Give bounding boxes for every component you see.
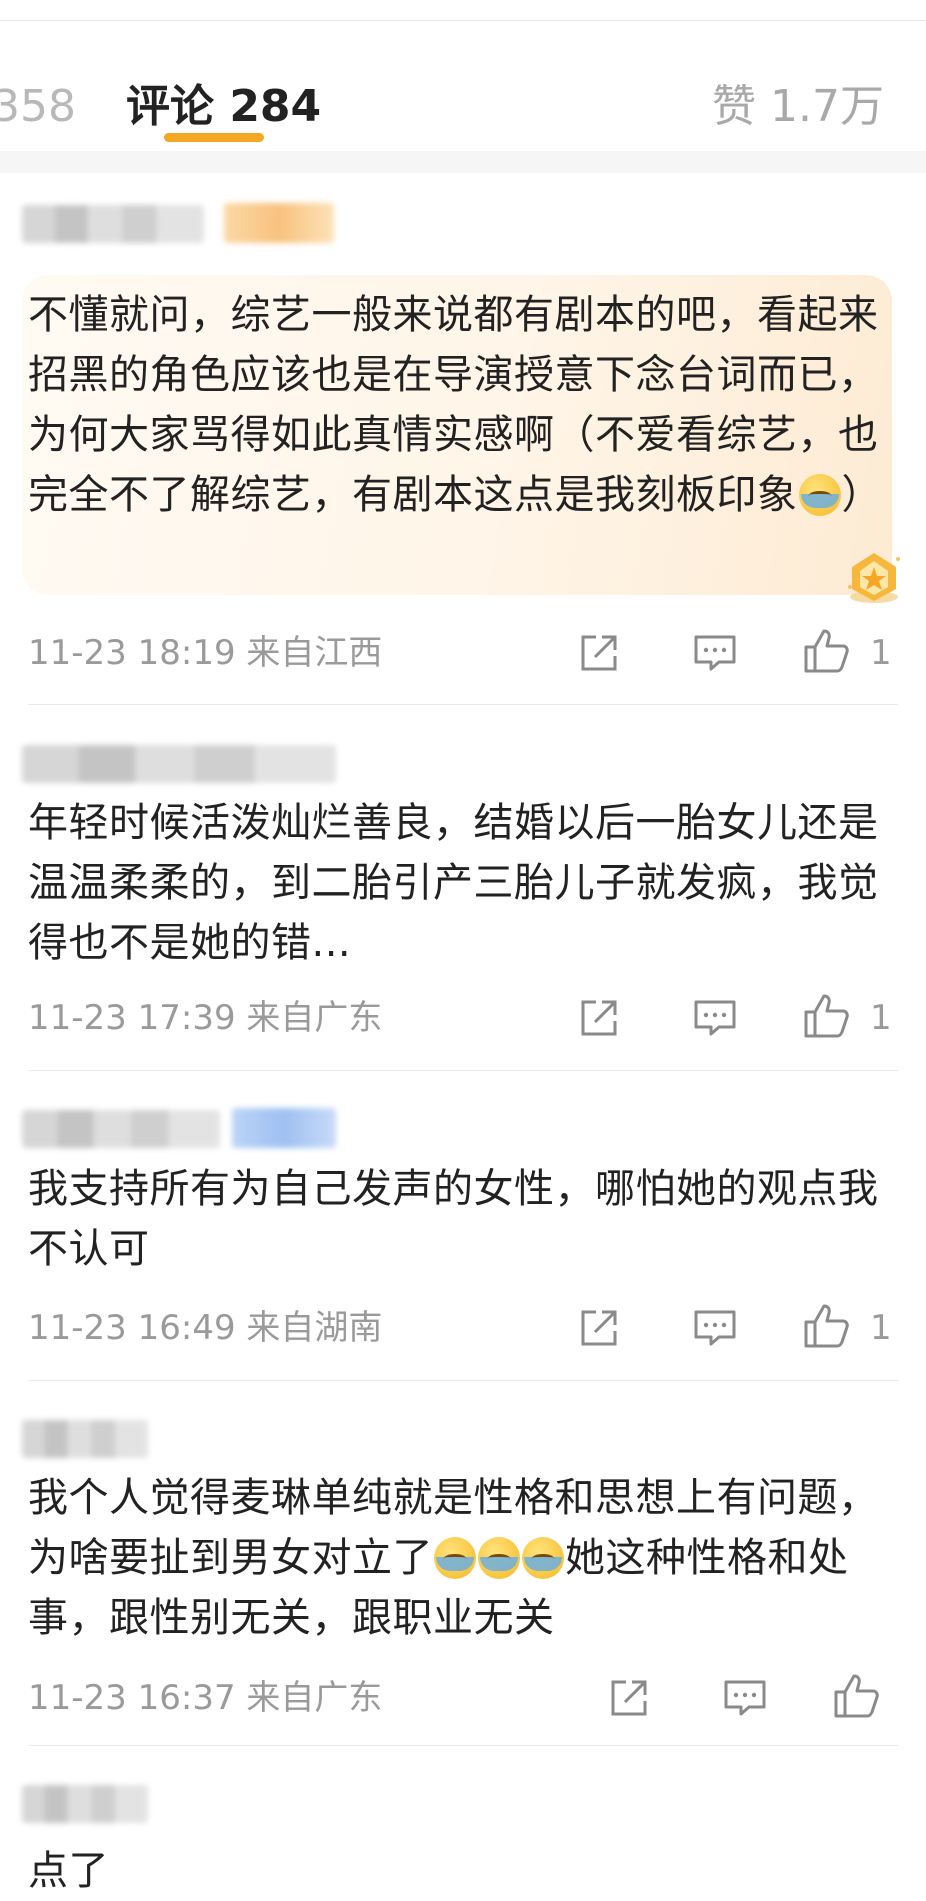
avatar-username-blurred[interactable] <box>22 1785 148 1823</box>
comment-icon <box>694 635 736 671</box>
avatar-username-blurred[interactable] <box>22 1420 148 1458</box>
thumbs-up-icon <box>834 1674 879 1718</box>
share-button[interactable] <box>574 628 624 678</box>
share-button[interactable] <box>574 993 624 1043</box>
comment-text: 不懂就问，综艺一般来说都有剧本的吧，看起来招黑的角色应该也是在导演授意下念台词而… <box>28 292 882 518</box>
active-tab-indicator <box>164 133 264 142</box>
comment-location: 来自广东 <box>246 998 383 1038</box>
comment-text: 我支持所有为自己发声的女性，哪怕她的观点我不认可 <box>28 1166 879 1272</box>
comment-divider <box>28 1070 898 1071</box>
comment-time: 11-23 17:39 <box>28 998 236 1038</box>
laugh-cry-emoji-icon <box>522 1537 564 1579</box>
avatar-username-blurred[interactable] <box>22 1110 220 1148</box>
comment-icon <box>694 1000 736 1036</box>
comment-meta: 11-23 17:39 来自广东 <box>28 996 382 1040</box>
comment-divider <box>28 1745 898 1746</box>
comment-divider <box>28 1380 898 1381</box>
comment-text: 我个人觉得麦琳单纯就是性格和思想上有问题，为啥要扯到男女对立了 她这种性格和处事，… <box>28 1475 879 1641</box>
comment-meta: 11-23 16:37 来自广东 <box>28 1676 382 1720</box>
comment-time: 11-23 16:37 <box>28 1678 236 1718</box>
comment-item: 不懂就问，综艺一般来说都有剧本的吧，看起来招黑的角色应该也是在导演授意下念台词而… <box>0 185 926 705</box>
laugh-cry-emoji-icon <box>798 474 841 516</box>
share-button[interactable] <box>604 1673 654 1723</box>
comment-location: 来自江西 <box>246 633 383 673</box>
share-icon <box>581 635 617 671</box>
tab-comments[interactable]: 评论 284 <box>126 77 321 137</box>
comment-meta: 11-23 18:19 来自江西 <box>28 631 382 675</box>
thumbs-up-icon <box>804 629 849 673</box>
comment-item: 点了 <box>0 1765 926 1894</box>
reply-button[interactable] <box>720 1673 770 1723</box>
avatar-username-blurred[interactable] <box>22 205 204 243</box>
comment-time: 11-23 16:49 <box>28 1308 236 1348</box>
avatar-username-blurred[interactable] <box>22 745 336 783</box>
thumbs-up-icon <box>804 994 849 1038</box>
share-button[interactable] <box>574 1303 624 1353</box>
like-button[interactable] <box>802 991 852 1041</box>
comment-divider <box>28 704 898 705</box>
comment-location: 来自湖南 <box>246 1308 383 1348</box>
laugh-cry-emoji-icon <box>478 1537 520 1579</box>
comment-icon <box>724 1680 766 1716</box>
user-badge-blurred <box>232 1108 336 1148</box>
tab-reposts[interactable]: 358 <box>0 77 76 137</box>
like-button[interactable] <box>802 1301 852 1351</box>
share-icon <box>581 1000 617 1036</box>
comment-time: 11-23 18:19 <box>28 633 236 673</box>
like-button[interactable] <box>832 1671 882 1721</box>
section-separator <box>0 151 926 173</box>
like-count: 1 <box>870 1308 892 1348</box>
reply-button[interactable] <box>690 1303 740 1353</box>
like-count: 1 <box>870 633 892 673</box>
like-count: 1 <box>870 998 892 1038</box>
laugh-cry-emoji-icon <box>434 1537 476 1579</box>
comment-text: 点了 <box>28 1848 109 1894</box>
comment-icon <box>694 1310 736 1346</box>
comment-text: 年轻时候活泼灿烂善良，结婚以后一胎女儿还是温温柔柔的，到二胎引产三胎儿子就发疯，… <box>28 800 879 966</box>
comment-item: 年轻时候活泼灿烂善良，结婚以后一胎女儿还是温温柔柔的，到二胎引产三胎儿子就发疯，… <box>0 725 926 1071</box>
comment-location: 来自广东 <box>246 1678 383 1718</box>
user-badge-blurred <box>224 203 334 243</box>
share-icon <box>581 1310 617 1346</box>
medal-icon <box>838 547 908 607</box>
comment-meta: 11-23 16:49 来自湖南 <box>28 1306 382 1350</box>
comment-item: 我支持所有为自己发声的女性，哪怕她的观点我不认可 11-23 16:49 来自湖… <box>0 1090 926 1381</box>
reply-button[interactable] <box>690 993 740 1043</box>
reply-button[interactable] <box>690 628 740 678</box>
comment-item: 我个人觉得麦琳单纯就是性格和思想上有问题，为啥要扯到男女对立了 她这种性格和处事，… <box>0 1400 926 1746</box>
thumbs-up-icon <box>804 1304 849 1348</box>
tab-likes[interactable]: 赞 1.7万 <box>712 77 884 137</box>
like-button[interactable] <box>802 626 852 676</box>
tab-bar: 358 评论 284 赞 1.7万 <box>0 21 926 172</box>
share-icon <box>611 1680 647 1716</box>
